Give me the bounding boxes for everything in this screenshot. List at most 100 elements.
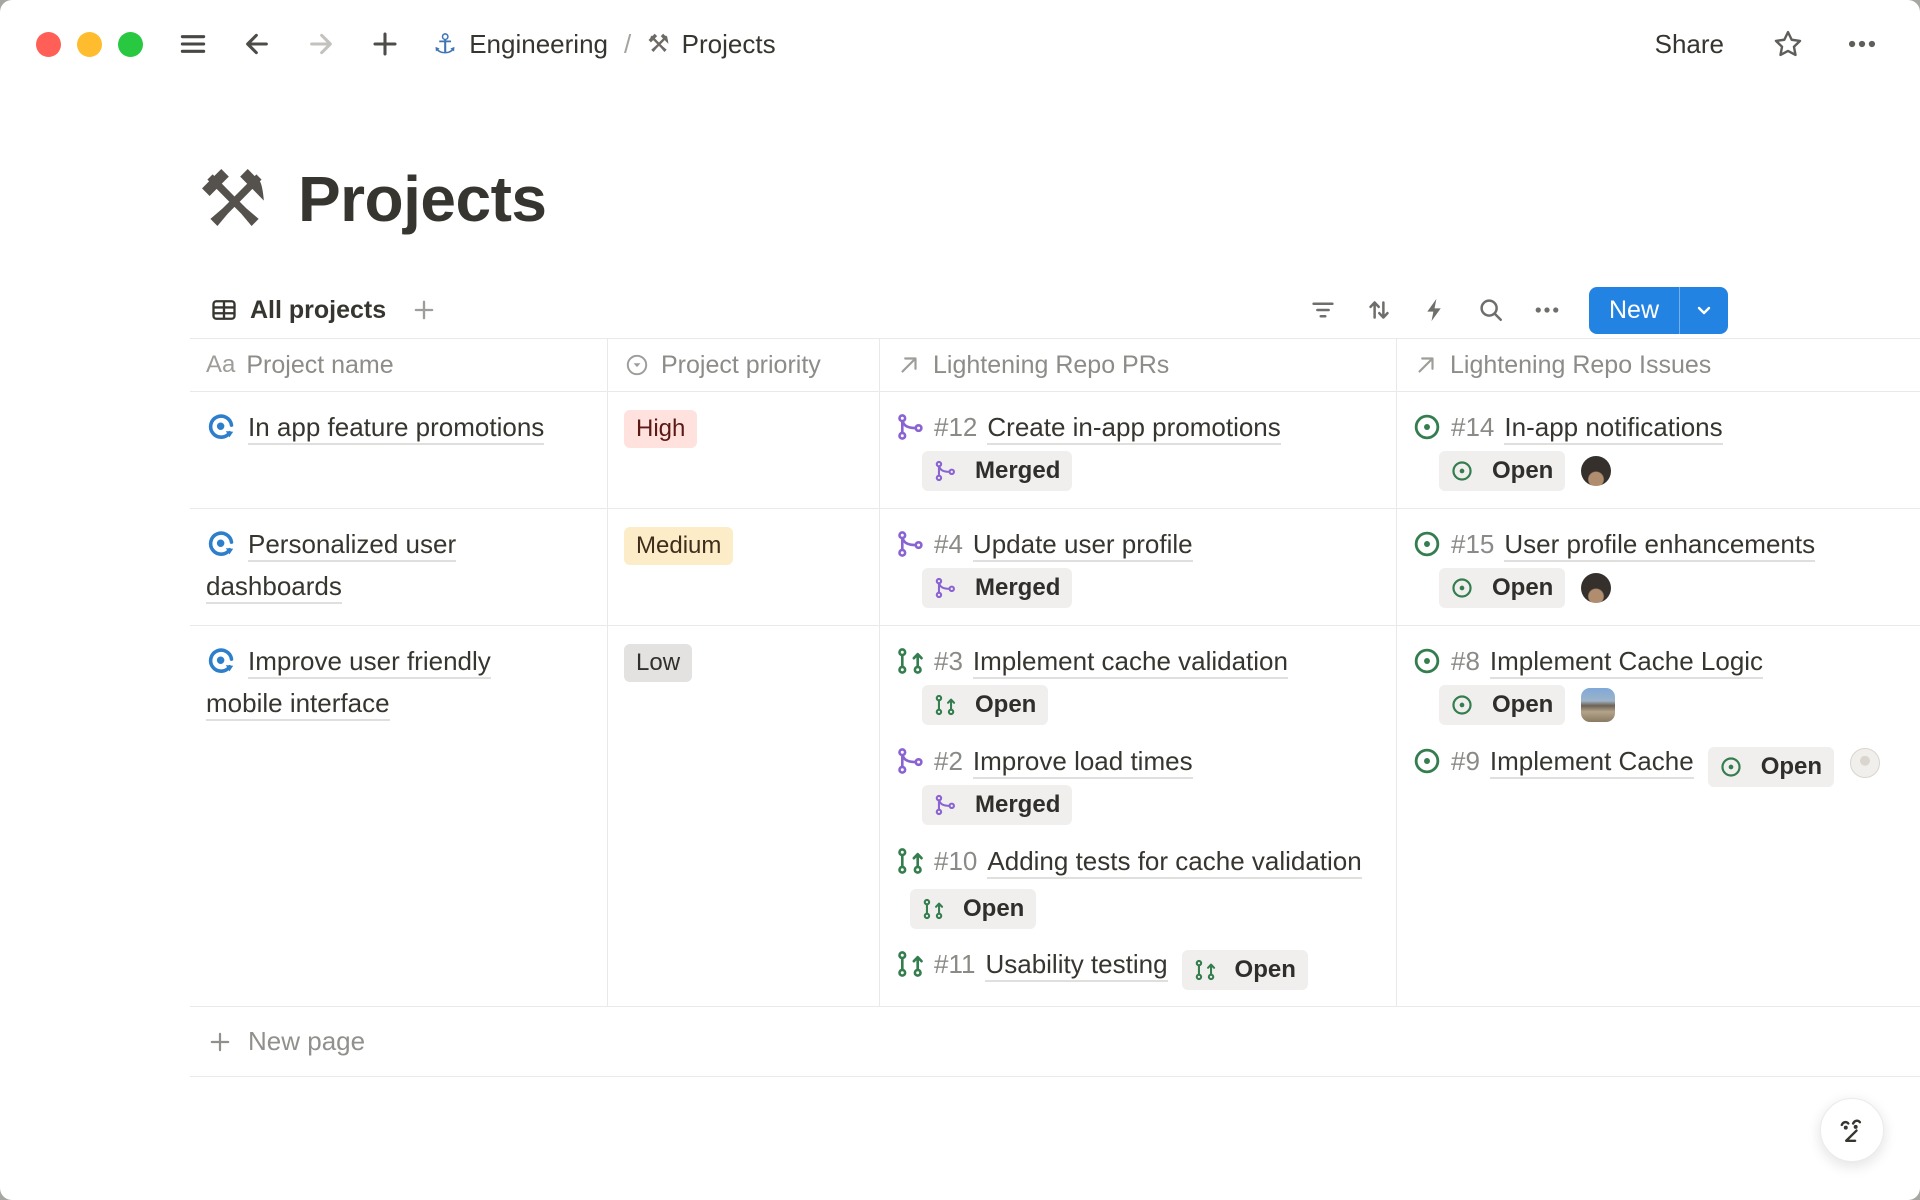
search-button[interactable] <box>1469 288 1513 332</box>
git-pull-request-icon <box>922 898 944 920</box>
linked-item-link[interactable]: Usability testing <box>985 949 1167 982</box>
repo-prs-cell[interactable]: #12Create in-app promotions Merged <box>880 392 1397 508</box>
linked-item-link[interactable]: Adding tests for cache validation <box>987 846 1361 879</box>
git-merge-icon <box>896 530 924 558</box>
sidebar-menu-button[interactable] <box>173 24 213 64</box>
project-name-cell[interactable]: In app feature promotions <box>190 392 608 508</box>
filter-icon <box>1308 295 1338 325</box>
linked-item-link[interactable]: Implement Cache <box>1490 746 1694 779</box>
share-button[interactable]: Share <box>1645 23 1734 66</box>
automations-button[interactable] <box>1413 288 1457 332</box>
linked-item-link[interactable]: In-app notifications <box>1504 412 1722 445</box>
breadcrumb-item-projects[interactable]: ⚒ Projects <box>639 25 783 64</box>
view-more-button[interactable] <box>1525 288 1569 332</box>
project-page-link[interactable]: Improve user friendly mobile interface <box>206 646 491 721</box>
column-header-prs[interactable]: Lightening Repo PRs <box>880 339 1397 391</box>
view-tab-label: All projects <box>250 296 386 325</box>
column-header-name[interactable]: AaProject name <box>190 339 608 391</box>
table-row: In app feature promotions High #12Create… <box>190 392 1920 509</box>
page-icon-hammer-wrench[interactable]: ⚒ <box>198 160 268 238</box>
project-name-cell[interactable]: Personalized user dashboards <box>190 509 608 625</box>
add-view-button[interactable] <box>404 290 444 330</box>
database-toolbar: All projects <box>190 282 1728 338</box>
linked-item-link[interactable]: Implement Cache Logic <box>1490 646 1763 679</box>
git-pull-request-icon <box>896 950 924 978</box>
project-priority-cell[interactable]: High <box>608 392 880 508</box>
linked-item-link[interactable]: Update user profile <box>973 529 1193 562</box>
breadcrumb-item-engineering[interactable]: ⚓ Engineering <box>425 25 616 64</box>
repo-issues-cell[interactable]: #15User profile enhancements Open <box>1397 509 1920 625</box>
column-header-priority[interactable]: Project priority <box>608 339 880 391</box>
project-page-link[interactable]: Personalized user dashboards <box>206 529 456 604</box>
new-record-dropdown[interactable] <box>1679 287 1728 334</box>
repo-prs-cell[interactable]: #3Implement cache validation Open #2Impr… <box>880 626 1397 1006</box>
status-chip: Merged <box>922 568 1072 608</box>
status-chip: Open <box>1439 451 1565 491</box>
project-priority-cell[interactable]: Medium <box>608 509 880 625</box>
forward-button[interactable] <box>301 24 341 64</box>
back-button[interactable] <box>237 24 277 64</box>
linked-item: #10Adding tests for cache validationOpen <box>896 840 1380 929</box>
notion-window: ⚓ Engineering / ⚒ Projects Share ⚒ Proje… <box>0 0 1920 1200</box>
page-more-button[interactable] <box>1842 24 1882 64</box>
new-record-label[interactable]: New <box>1589 287 1679 334</box>
project-page-link[interactable]: In app feature promotions <box>248 412 544 445</box>
select-icon <box>624 352 650 378</box>
status-chip: Open <box>1439 568 1565 608</box>
star-favorite-icon <box>1771 27 1805 61</box>
column-header-label: Lightening Repo PRs <box>933 351 1169 380</box>
arrow-ne-icon <box>1413 352 1439 378</box>
issue-opened-icon <box>1413 413 1441 441</box>
breadcrumb-label: Projects <box>682 29 776 60</box>
new-page-button[interactable] <box>365 24 405 64</box>
zoom-window-button[interactable] <box>118 32 143 57</box>
git-merge-icon <box>934 460 956 482</box>
issue-opened-icon <box>1720 756 1742 778</box>
project-priority-cell[interactable]: Low <box>608 626 880 1006</box>
close-window-button[interactable] <box>36 32 61 57</box>
assignee-sketch-avatar <box>1850 748 1880 778</box>
notion-ai-button[interactable] <box>1820 1098 1884 1162</box>
issue-opened-icon <box>1413 530 1441 558</box>
git-merge-icon <box>934 577 956 599</box>
git-merge-icon <box>934 794 956 816</box>
minimize-window-button[interactable] <box>77 32 102 57</box>
issue-opened-icon <box>1451 694 1473 716</box>
linked-item: #3Implement cache validation Open <box>896 640 1380 726</box>
linked-item-link[interactable]: Improve load times <box>973 746 1193 779</box>
linked-item: #14In-app notifications Open <box>1413 406 1904 492</box>
repo-issues-cell[interactable]: #14In-app notifications Open <box>1397 392 1920 508</box>
sort-button[interactable] <box>1357 288 1401 332</box>
issue-opened-icon <box>1413 647 1441 675</box>
favorite-button[interactable] <box>1768 24 1808 64</box>
linked-item: #11Usability testingOpen <box>896 943 1380 990</box>
priority-chip: High <box>624 410 697 448</box>
status-chip: Open <box>1439 685 1565 725</box>
breadcrumb: ⚓ Engineering / ⚒ Projects <box>425 25 784 64</box>
filter-button[interactable] <box>1301 288 1345 332</box>
plus-icon <box>369 28 401 60</box>
git-pull-request-icon <box>1194 959 1216 981</box>
menu-icon <box>177 28 209 60</box>
page-title[interactable]: Projects <box>298 162 547 236</box>
repo-prs-cell[interactable]: #4Update user profile Merged <box>880 509 1397 625</box>
text-icon: Aa <box>206 351 235 379</box>
status-chip: Open <box>1708 747 1834 787</box>
linked-item-link[interactable]: User profile enhancements <box>1504 529 1815 562</box>
linked-item-link[interactable]: Create in-app promotions <box>987 412 1280 445</box>
status-chip: Open <box>1182 950 1308 990</box>
projects-table: AaProject name Project priority Lightening… <box>190 338 1920 1077</box>
window-titlebar: ⚓ Engineering / ⚒ Projects Share <box>0 0 1920 88</box>
new-record-button[interactable]: New <box>1589 287 1728 334</box>
repo-issues-cell[interactable]: #8Implement Cache Logic Open #9Implement… <box>1397 626 1920 1006</box>
new-page-row[interactable]: New page <box>190 1007 1920 1077</box>
issue-opened-icon <box>1451 577 1473 599</box>
column-header-label: Project priority <box>661 351 821 380</box>
view-tab-all-projects[interactable]: All projects <box>210 296 386 325</box>
project-name-cell[interactable]: Improve user friendly mobile interface <box>190 626 608 1006</box>
column-header-issues[interactable]: Lightening Repo Issues <box>1397 339 1920 391</box>
anchor-icon: ⚓ <box>433 31 457 58</box>
linked-item-link[interactable]: Implement cache validation <box>973 646 1288 679</box>
plus-icon <box>206 1028 234 1056</box>
status-chip: Open <box>910 889 1036 929</box>
